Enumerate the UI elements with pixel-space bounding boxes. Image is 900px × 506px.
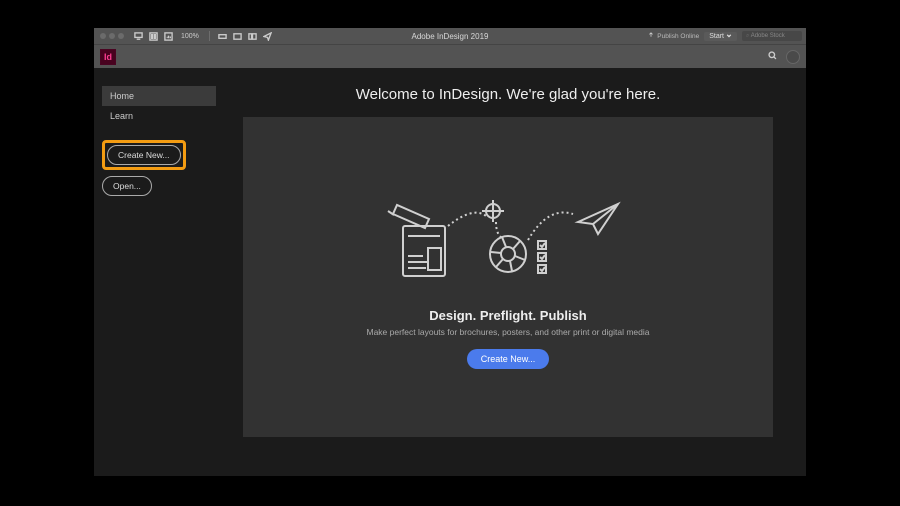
- header-bar: Id: [94, 44, 806, 68]
- publish-online-button[interactable]: Publish Online: [647, 32, 699, 40]
- hero-illustration: [368, 186, 648, 296]
- create-new-button[interactable]: Create New...: [107, 145, 181, 165]
- stock-search-input[interactable]: ⌕ Adobe Stock: [742, 31, 802, 41]
- menubar-right: Publish Online Start ⌕ Adobe Stock: [647, 31, 802, 41]
- panel-tagline: Design. Preflight. Publish: [429, 308, 586, 323]
- screen-mode-icon[interactable]: [233, 32, 242, 41]
- menubar: 100% Adobe InDesign 2019 Publish Online …: [94, 28, 806, 44]
- monitor-icon[interactable]: [134, 32, 143, 41]
- search-icon[interactable]: [767, 48, 778, 66]
- content-body: Home Learn Create New... Open... Welcome…: [94, 68, 806, 476]
- search-mag-icon: ⌕: [746, 33, 751, 39]
- window-controls[interactable]: [94, 33, 130, 39]
- app-window: 100% Adobe InDesign 2019 Publish Online …: [94, 28, 806, 476]
- stock-icon[interactable]: [164, 32, 173, 41]
- sidebar-item-learn[interactable]: Learn: [102, 106, 216, 126]
- view-options-icon[interactable]: [218, 32, 227, 41]
- close-dot[interactable]: [100, 33, 106, 39]
- publish-online-label: Publish Online: [657, 33, 699, 40]
- main-content: Welcome to InDesign. We're glad you're h…: [224, 68, 806, 476]
- welcome-heading: Welcome to InDesign. We're glad you're h…: [356, 86, 661, 103]
- sidebar-item-home[interactable]: Home: [102, 86, 216, 106]
- bridge-icon[interactable]: [149, 32, 158, 41]
- sidebar: Home Learn Create New... Open...: [94, 68, 224, 476]
- minimize-dot[interactable]: [109, 33, 115, 39]
- arrange-icon[interactable]: [248, 32, 257, 41]
- send-icon[interactable]: [263, 32, 272, 41]
- welcome-panel: Design. Preflight. Publish Make perfect …: [243, 117, 773, 437]
- maximize-dot[interactable]: [118, 33, 124, 39]
- open-button[interactable]: Open...: [102, 176, 152, 196]
- tutorial-highlight: Create New...: [102, 140, 186, 170]
- separator: [209, 31, 210, 41]
- app-logo: Id: [100, 49, 116, 65]
- panel-create-new-button[interactable]: Create New...: [467, 349, 550, 369]
- panel-subtitle: Make perfect layouts for brochures, post…: [366, 327, 649, 337]
- search-placeholder: Adobe Stock: [751, 33, 785, 39]
- workspace-switcher[interactable]: Start: [704, 32, 737, 41]
- menubar-icons-left: 100%: [130, 31, 272, 41]
- workspace-label: Start: [709, 33, 724, 40]
- avatar[interactable]: [786, 50, 800, 64]
- zoom-level[interactable]: 100%: [179, 33, 201, 40]
